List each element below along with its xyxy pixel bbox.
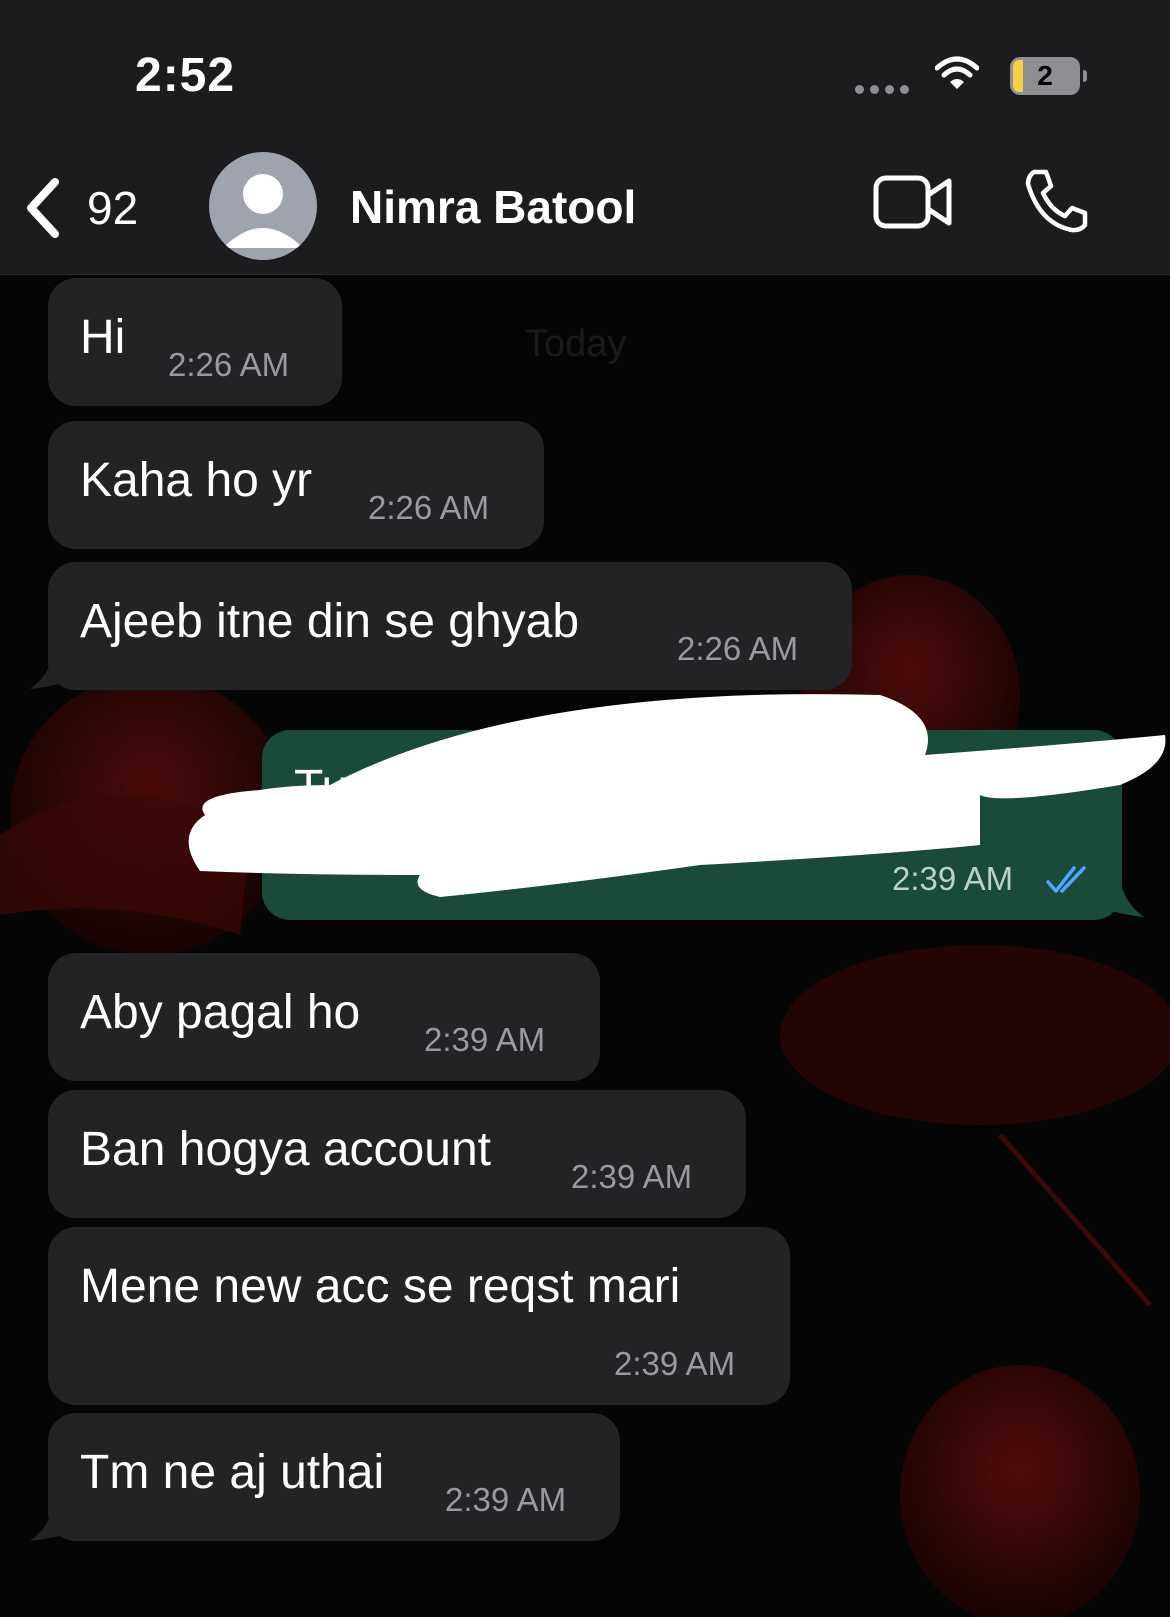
chevron-left-icon: [27, 178, 59, 238]
back-button[interactable]: 92: [25, 178, 138, 238]
status-bar: 2:52 2: [0, 0, 1170, 140]
message-bubble[interactable]: Tm ne aj uthai 2:39 AM: [48, 1413, 620, 1541]
date-separator: Today: [525, 323, 627, 365]
message-text: Ban hogya account: [80, 1123, 491, 1176]
message-time: 2:39 AM: [614, 1345, 736, 1382]
battery-level: 2: [1037, 60, 1053, 91]
message-text: Tm ne aj uthai: [80, 1446, 385, 1499]
message-bubble[interactable]: Kaha ho yr 2:26 AM: [48, 421, 544, 549]
message-text: Kaha ho yr: [80, 454, 313, 507]
message-bubble[interactable]: Hi 2:26 AM: [48, 278, 342, 406]
contact-name[interactable]: Nimra Batool: [350, 180, 636, 234]
message-time: 2:39 AM: [424, 1021, 546, 1058]
phone-icon[interactable]: [1024, 168, 1088, 234]
unread-count: 92: [87, 182, 139, 234]
avatar-placeholder-icon: [223, 174, 303, 248]
message-text: Ajeeb itne din se ghyab: [80, 595, 580, 648]
message-time: 2:39 AM: [445, 1481, 567, 1518]
status-time: 2:52: [135, 49, 236, 102]
message-time: 2:39 AM: [571, 1158, 693, 1195]
wifi-icon: [935, 56, 979, 89]
message-bubble[interactable]: Ajeeb itne din se ghyab 2:26 AM: [48, 562, 852, 690]
message-time: 2:26 AM: [168, 346, 290, 383]
message-list[interactable]: Today Hi 2:26 AM Kaha ho yr 2:26 AM Ajee…: [0, 275, 1170, 1617]
battery-icon: 2: [1010, 57, 1080, 95]
video-camera-icon[interactable]: [873, 175, 953, 229]
avatar[interactable]: [209, 152, 317, 260]
redaction-scribble: [188, 694, 1166, 897]
message-time: 2:26 AM: [677, 630, 799, 667]
message-text: Mene new acc se reqst mari: [80, 1260, 681, 1313]
message-bubble[interactable]: Aby pagal ho 2:39 AM: [48, 953, 600, 1081]
chat-header: 92 Nimra Batool: [0, 140, 1170, 275]
message-bubble[interactable]: Mene new acc se reqst mari 2:39 AM: [48, 1227, 790, 1405]
message-text: Hi: [80, 311, 126, 364]
signal-icon: [855, 85, 909, 94]
message-text: Aby pagal ho: [80, 986, 361, 1039]
message-bubble[interactable]: Ban hogya account 2:39 AM: [48, 1090, 746, 1218]
message-time: 2:26 AM: [368, 489, 490, 526]
